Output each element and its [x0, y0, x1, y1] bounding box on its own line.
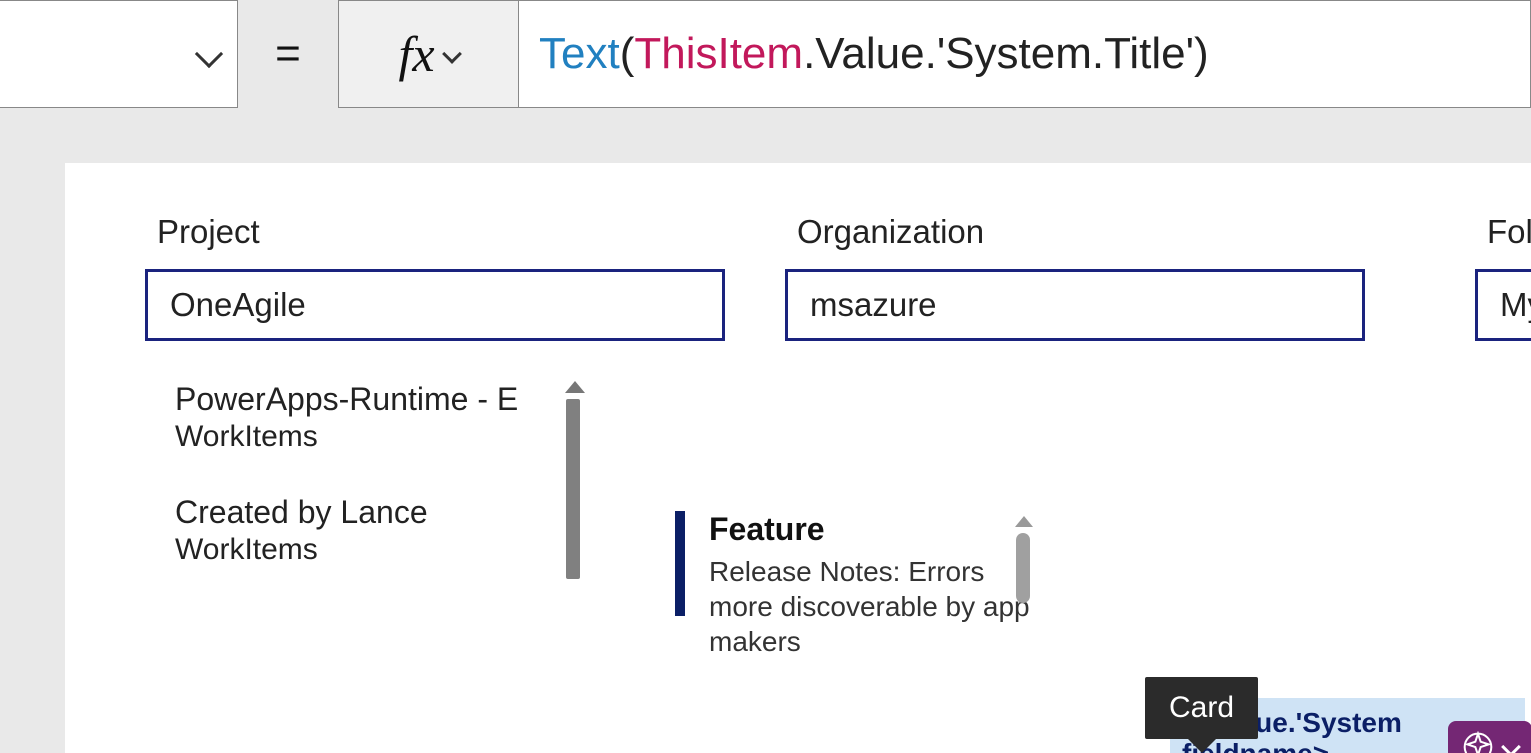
formula-bar: = fx Text ( ThisItem . Value . 'System.T… — [0, 0, 1531, 108]
list-item-subtitle: WorkItems — [175, 533, 575, 567]
list-item-subtitle: WorkItems — [175, 420, 575, 454]
project-input[interactable]: OneAgile — [145, 269, 725, 341]
field-label: Project — [157, 213, 725, 251]
chevron-down-icon — [195, 40, 223, 68]
list-item-title: PowerApps-Runtime - E — [175, 381, 575, 418]
property-dropdown[interactable] — [0, 0, 238, 108]
scrollbar[interactable] — [1015, 516, 1031, 603]
fields-row: Project OneAgile Organization msazure Fo… — [145, 213, 1466, 341]
copilot-icon — [1462, 731, 1494, 753]
list-item[interactable]: Created by Lance WorkItems — [175, 494, 575, 567]
field-label: Fold — [1487, 213, 1531, 251]
formula-token-thisitem: ThisItem — [634, 29, 803, 79]
field-organization: Organization msazure — [785, 213, 1365, 341]
formula-input[interactable]: Text ( ThisItem . Value . 'System.Title'… — [518, 0, 1531, 108]
scroll-thumb[interactable] — [566, 399, 580, 579]
formula-token: . — [925, 29, 937, 79]
field-folder: Fold My — [1475, 213, 1531, 341]
list-item[interactable]: PowerApps-Runtime - E WorkItems — [175, 381, 575, 454]
formula-token-string: 'System.Title' — [937, 29, 1194, 79]
workitem-type: Feature — [709, 511, 1049, 548]
scrollbar[interactable] — [565, 381, 581, 626]
workitems-gallery[interactable]: Feature Release Notes: Errors more disco… — [675, 381, 1049, 659]
field-project: Project OneAgile — [145, 213, 725, 341]
folder-input[interactable]: My — [1475, 269, 1531, 341]
formula-token: ( — [620, 29, 635, 79]
formula-token: Value — [815, 29, 924, 79]
formula-token: ) — [1194, 29, 1209, 79]
workitem-type-bar — [675, 511, 685, 616]
selection-tooltip: Card — [1145, 677, 1258, 739]
field-label: Organization — [797, 213, 1365, 251]
chevron-down-icon — [1501, 737, 1521, 753]
copilot-button[interactable] — [1448, 721, 1531, 753]
equals-label: = — [238, 0, 338, 108]
formula-token-function: Text — [539, 29, 620, 79]
organization-input[interactable]: msazure — [785, 269, 1365, 341]
fx-button[interactable]: fx — [338, 0, 518, 108]
list-item-title: Created by Lance — [175, 494, 575, 531]
formula-token: . — [803, 29, 815, 79]
app-canvas[interactable]: Project OneAgile Organization msazure Fo… — [65, 163, 1531, 753]
workitem-title: Release Notes: Errors more discoverable … — [709, 554, 1049, 659]
canvas-wrap: Project OneAgile Organization msazure Fo… — [0, 108, 1531, 753]
scroll-up-icon — [565, 381, 585, 393]
scroll-thumb[interactable] — [1016, 533, 1030, 603]
fx-icon: fx — [398, 25, 434, 83]
lists-area: PowerApps-Runtime - E WorkItems Created … — [145, 381, 1466, 659]
scroll-up-icon — [1015, 516, 1033, 527]
queries-gallery[interactable]: PowerApps-Runtime - E WorkItems Created … — [175, 381, 575, 659]
chevron-down-icon — [442, 44, 462, 64]
